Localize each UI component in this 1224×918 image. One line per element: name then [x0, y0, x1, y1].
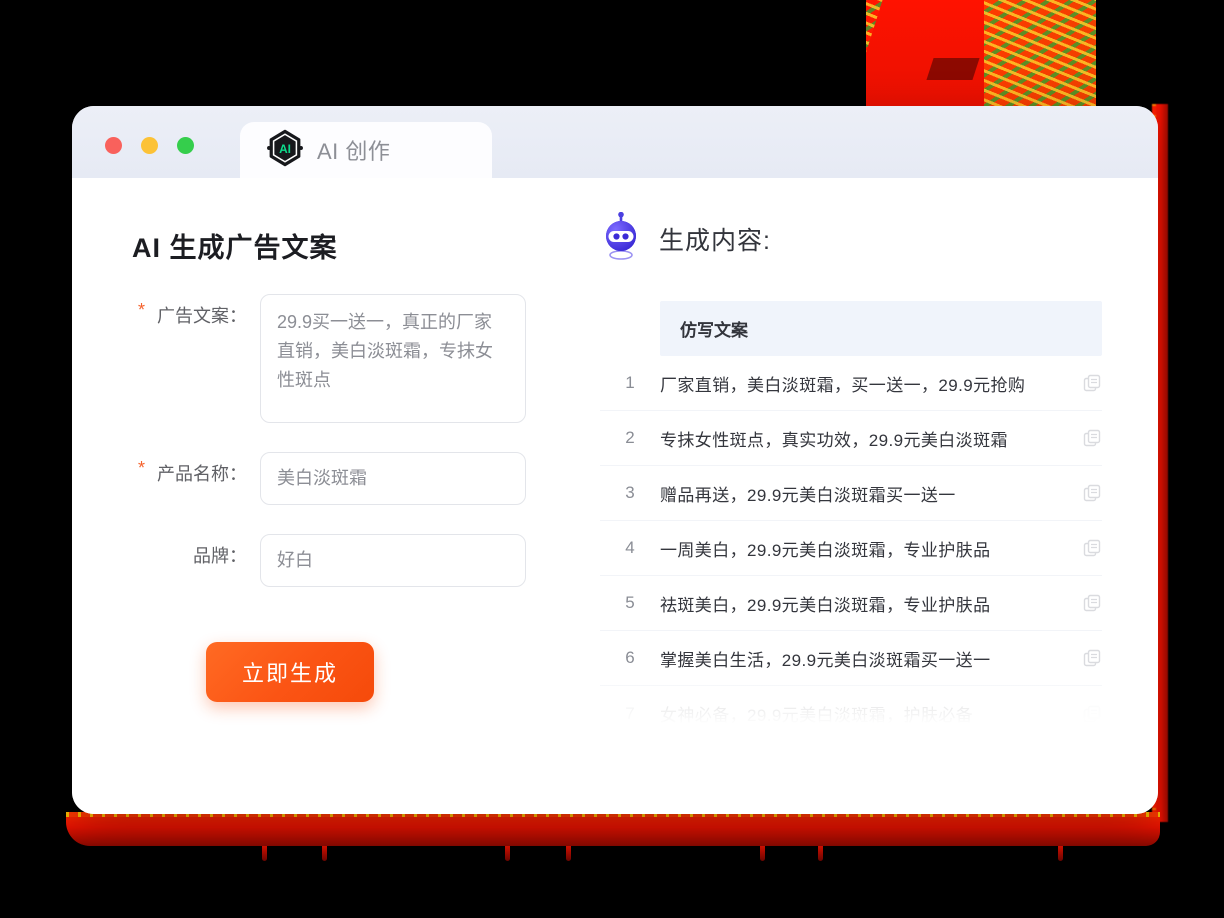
generate-button[interactable]: 立即生成 [206, 642, 374, 702]
row-number: 4 [625, 538, 635, 557]
decorative-drip [505, 846, 510, 861]
copy-icon[interactable] [1082, 648, 1102, 668]
app-window: AI AI 创作 AI 生成广告文案 * 广告文案： 29.9买一送一，真正的厂… [72, 106, 1158, 814]
field-row-product-name: * 产品名称： 美白淡斑霜 [132, 452, 592, 506]
results-table: 仿写文案 1 厂家直销，美白淡斑霜，买一送一，29.9元抢购 2 专抹女性斑点，… [600, 301, 1102, 741]
decorative-bottom-bar [66, 812, 1160, 846]
table-row[interactable]: 4 一周美白，29.9元美白淡斑霜，专业护肤品 [600, 521, 1102, 576]
product-name-input[interactable]: 美白淡斑霜 [260, 452, 526, 506]
page-title: AI 生成广告文案 [132, 233, 338, 263]
field-row-brand: * 品牌： 好白 [132, 534, 592, 588]
window-controls[interactable] [105, 137, 194, 154]
decorative-corner-solid [866, 0, 984, 112]
tab-label: AI 创作 [317, 139, 391, 164]
copy-icon[interactable] [1082, 704, 1102, 724]
row-number: 7 [625, 703, 635, 723]
decorative-drip [760, 846, 765, 861]
row-text: 掌握美白生活，29.9元美白淡斑霜买一送一 [660, 650, 991, 670]
close-button[interactable] [105, 137, 122, 154]
tab-bar: AI AI 创作 [240, 122, 492, 178]
copy-icon[interactable] [1082, 483, 1102, 503]
required-asterisk-icon: * [138, 458, 146, 478]
label-text: 品牌： [193, 546, 247, 567]
decorative-drip [1058, 846, 1063, 861]
decorative-drip [566, 846, 571, 861]
row-text: 祛斑美白，29.9元美白淡斑霜，专业护肤品 [660, 595, 991, 615]
tab-ai-creation[interactable]: AI AI 创作 [240, 122, 492, 178]
row-text: 赠品再送，29.9元美白淡斑霜买一送一 [660, 485, 956, 505]
decorative-drip [262, 846, 267, 861]
brand-input[interactable]: 好白 [260, 534, 526, 588]
table-row[interactable]: 7 女神必备，29.9元美白淡斑霜，护肤必备 [600, 686, 1102, 741]
label-brand: * 品牌： [132, 534, 260, 587]
row-text: 厂家直销，美白淡斑霜，买一送一，29.9元抢购 [660, 375, 1026, 395]
row-number: 3 [625, 483, 635, 502]
decorative-drip [322, 846, 327, 861]
field-row-ad-copy: * 广告文案： 29.9买一送一，真正的厂家直销，美白淡斑霜，专抹女性斑点 [132, 294, 592, 423]
ad-copy-input[interactable]: 29.9买一送一，真正的厂家直销，美白淡斑霜，专抹女性斑点 [260, 294, 526, 423]
required-asterisk-icon: * [138, 300, 146, 320]
ai-hexagon-logo-icon: AI [266, 129, 304, 172]
row-number: 6 [625, 648, 635, 667]
decorative-corner-notch [926, 58, 980, 80]
copy-icon[interactable] [1082, 538, 1102, 558]
form-panel: AI 生成广告文案 * 广告文案： 29.9买一送一，真正的厂家直销，美白淡斑霜… [72, 178, 592, 814]
title-bar: AI AI 创作 [72, 106, 1158, 178]
copy-icon[interactable] [1082, 428, 1102, 448]
label-text: 产品名称： [157, 464, 247, 484]
table-row[interactable]: 5 祛斑美白，29.9元美白淡斑霜，专业护肤品 [600, 576, 1102, 631]
table-row[interactable]: 2 专抹女性斑点，真实功效，29.9元美白淡斑霜 [600, 411, 1102, 466]
row-number: 2 [625, 428, 635, 447]
row-number: 5 [625, 593, 635, 612]
result-panel: 生成内容: 仿写文案 1 厂家直销，美白淡斑霜，买一送一，29.9元抢购 2 专… [592, 178, 1158, 814]
maximize-button[interactable] [177, 137, 194, 154]
label-ad-copy: * 广告文案： [132, 294, 260, 423]
table-row[interactable]: 3 赠品再送，29.9元美白淡斑霜买一送一 [600, 466, 1102, 521]
row-text: 女神必备，29.9元美白淡斑霜，护肤必备 [660, 706, 974, 725]
window-body: AI 生成广告文案 * 广告文案： 29.9买一送一，真正的厂家直销，美白淡斑霜… [72, 178, 1158, 814]
table-row[interactable]: 6 掌握美白生活，29.9元美白淡斑霜买一送一 [600, 631, 1102, 686]
label-text: 广告文案： [157, 306, 247, 326]
result-title: 生成内容: [659, 226, 771, 255]
row-text: 一周美白，29.9元美白淡斑霜，专业护肤品 [660, 540, 991, 560]
copy-icon[interactable] [1082, 593, 1102, 613]
label-product-name: * 产品名称： [132, 452, 260, 505]
row-number: 1 [625, 373, 635, 392]
minimize-button[interactable] [141, 137, 158, 154]
svg-text:AI: AI [279, 142, 291, 156]
row-text: 专抹女性斑点，真实功效，29.9元美白淡斑霜 [660, 430, 1008, 450]
result-header: 生成内容: [600, 211, 1102, 265]
table-row[interactable]: 1 厂家直销，美白淡斑霜，买一送一，29.9元抢购 [600, 356, 1102, 411]
robot-head-icon [600, 211, 642, 265]
copy-icon[interactable] [1082, 373, 1102, 393]
table-column-header: 仿写文案 [660, 301, 1102, 356]
decorative-drip [818, 846, 823, 861]
